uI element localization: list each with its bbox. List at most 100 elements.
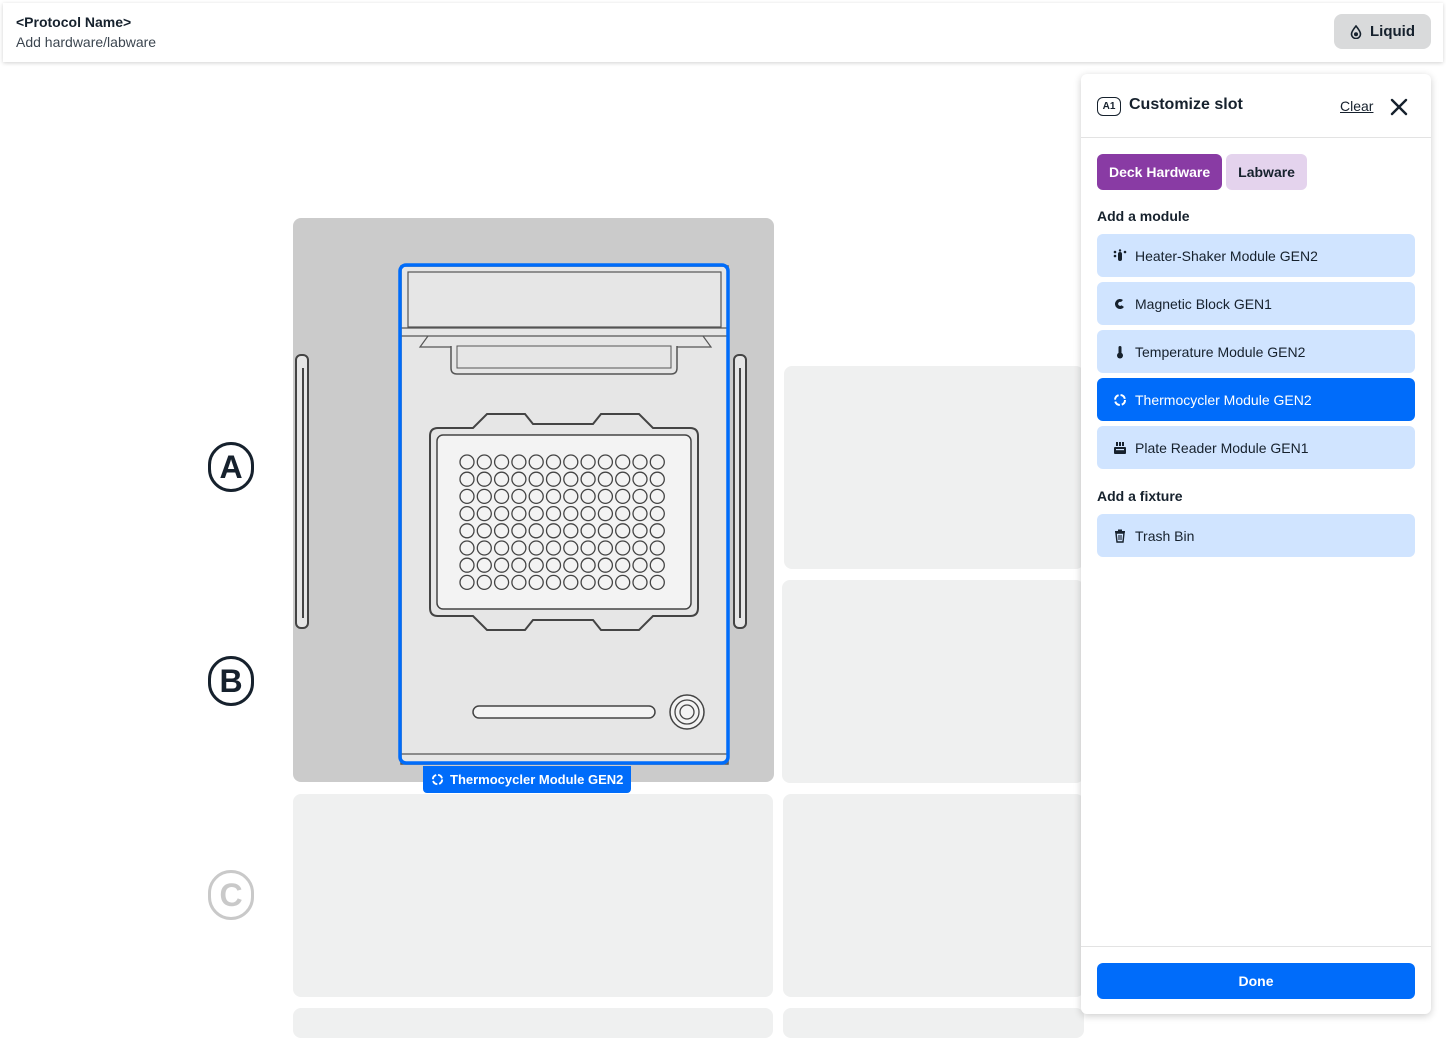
well bbox=[493, 540, 510, 556]
top-bar: <Protocol Name> Add hardware/labware Liq… bbox=[3, 3, 1443, 62]
module-option-label: Heater-Shaker Module GEN2 bbox=[1135, 247, 1318, 264]
row-label-b: B bbox=[208, 656, 254, 706]
well bbox=[459, 540, 475, 556]
well bbox=[615, 505, 631, 522]
droplet-icon bbox=[1350, 24, 1362, 39]
well bbox=[476, 505, 492, 522]
deck-slot-c1[interactable] bbox=[293, 794, 773, 997]
well bbox=[563, 488, 579, 505]
panel-header: A1 Customize slot Clear bbox=[1081, 74, 1431, 138]
thermocycler-module-graphic[interactable] bbox=[293, 218, 774, 782]
well bbox=[459, 505, 475, 522]
panel-footer: Done bbox=[1081, 946, 1431, 1014]
well bbox=[528, 488, 544, 505]
well bbox=[615, 540, 631, 556]
tab-labware[interactable]: Labware bbox=[1226, 154, 1307, 190]
deck-slot-a2[interactable] bbox=[784, 366, 1084, 569]
module-option-label: Magnetic Block GEN1 bbox=[1135, 295, 1272, 312]
module-option-temperature[interactable]: Temperature Module GEN2 bbox=[1097, 330, 1415, 373]
well bbox=[632, 523, 648, 539]
well bbox=[545, 523, 562, 539]
well bbox=[597, 505, 614, 522]
deck-slot-d1[interactable] bbox=[293, 1008, 773, 1038]
liquid-button[interactable]: Liquid bbox=[1334, 14, 1431, 49]
well bbox=[476, 488, 492, 505]
well bbox=[563, 505, 579, 522]
well bbox=[615, 454, 631, 470]
well bbox=[476, 471, 492, 487]
well bbox=[563, 454, 579, 470]
well bbox=[615, 557, 631, 573]
fixture-option-label: Trash Bin bbox=[1135, 527, 1195, 544]
well bbox=[545, 540, 562, 556]
done-button[interactable]: Done bbox=[1097, 963, 1415, 999]
slot-id-badge: A1 bbox=[1097, 97, 1121, 116]
well bbox=[493, 523, 510, 539]
well bbox=[528, 557, 544, 573]
well bbox=[528, 540, 544, 556]
module-option-label: Thermocycler Module GEN2 bbox=[1135, 391, 1312, 408]
plate-reader-icon bbox=[1114, 441, 1126, 454]
well bbox=[476, 574, 492, 591]
thermocycler-icon bbox=[1114, 393, 1126, 406]
well bbox=[545, 574, 562, 591]
well bbox=[649, 523, 665, 539]
panel-title: Customize slot bbox=[1129, 96, 1243, 113]
fixture-option-trash-bin[interactable]: Trash Bin bbox=[1097, 514, 1415, 557]
well bbox=[459, 454, 475, 470]
liquid-button-label: Liquid bbox=[1370, 23, 1415, 40]
module-option-thermocycler[interactable]: Thermocycler Module GEN2 bbox=[1097, 378, 1415, 421]
well bbox=[649, 540, 665, 556]
well bbox=[597, 523, 614, 539]
well bbox=[459, 523, 475, 539]
well bbox=[580, 471, 596, 487]
heater-shaker-icon bbox=[1113, 248, 1127, 261]
well bbox=[459, 557, 475, 573]
well bbox=[493, 505, 510, 522]
well bbox=[632, 540, 648, 556]
well bbox=[476, 523, 492, 539]
placed-module-name: Thermocycler Module GEN2 bbox=[450, 772, 624, 787]
well bbox=[511, 471, 527, 487]
well bbox=[649, 505, 665, 522]
module-option-magnetic-block[interactable]: Magnetic Block GEN1 bbox=[1097, 282, 1415, 325]
well bbox=[615, 523, 631, 539]
thermocycler-icon bbox=[431, 773, 444, 786]
module-section-title: Add a module bbox=[1097, 208, 1190, 224]
clear-link[interactable]: Clear bbox=[1340, 98, 1373, 114]
well bbox=[597, 540, 614, 556]
well bbox=[615, 471, 631, 487]
well bbox=[528, 454, 544, 470]
deck-slot-d2[interactable] bbox=[783, 1008, 1084, 1038]
well bbox=[511, 523, 527, 539]
tab-deck-hardware[interactable]: Deck Hardware bbox=[1097, 154, 1223, 190]
well bbox=[511, 574, 527, 591]
well bbox=[597, 471, 614, 487]
well bbox=[528, 523, 544, 539]
well bbox=[563, 471, 579, 487]
well bbox=[632, 505, 648, 522]
well bbox=[597, 454, 614, 470]
well bbox=[649, 488, 665, 505]
well bbox=[511, 557, 527, 573]
hardware-labware-tabs: Deck Hardware Labware bbox=[1097, 154, 1307, 190]
thermometer-icon bbox=[1117, 345, 1123, 358]
deck-slot-c2[interactable] bbox=[783, 794, 1084, 997]
module-option-plate-reader[interactable]: Plate Reader Module GEN1 bbox=[1097, 426, 1415, 469]
well bbox=[511, 454, 527, 470]
module-option-label: Plate Reader Module GEN1 bbox=[1135, 439, 1309, 456]
customize-slot-panel: A1 Customize slot Clear Deck Hardware La… bbox=[1081, 74, 1431, 1014]
fixture-section-title: Add a fixture bbox=[1097, 488, 1183, 504]
module-option-heater-shaker[interactable]: Heater-Shaker Module GEN2 bbox=[1097, 234, 1415, 277]
well bbox=[580, 488, 596, 505]
well bbox=[632, 574, 648, 591]
well bbox=[545, 488, 562, 505]
close-icon[interactable] bbox=[1388, 96, 1410, 118]
well bbox=[459, 488, 475, 505]
well bbox=[580, 505, 596, 522]
well bbox=[649, 557, 665, 573]
well bbox=[476, 454, 492, 470]
well bbox=[563, 574, 579, 591]
deck-slot-b2[interactable] bbox=[782, 580, 1084, 783]
well bbox=[459, 471, 475, 487]
